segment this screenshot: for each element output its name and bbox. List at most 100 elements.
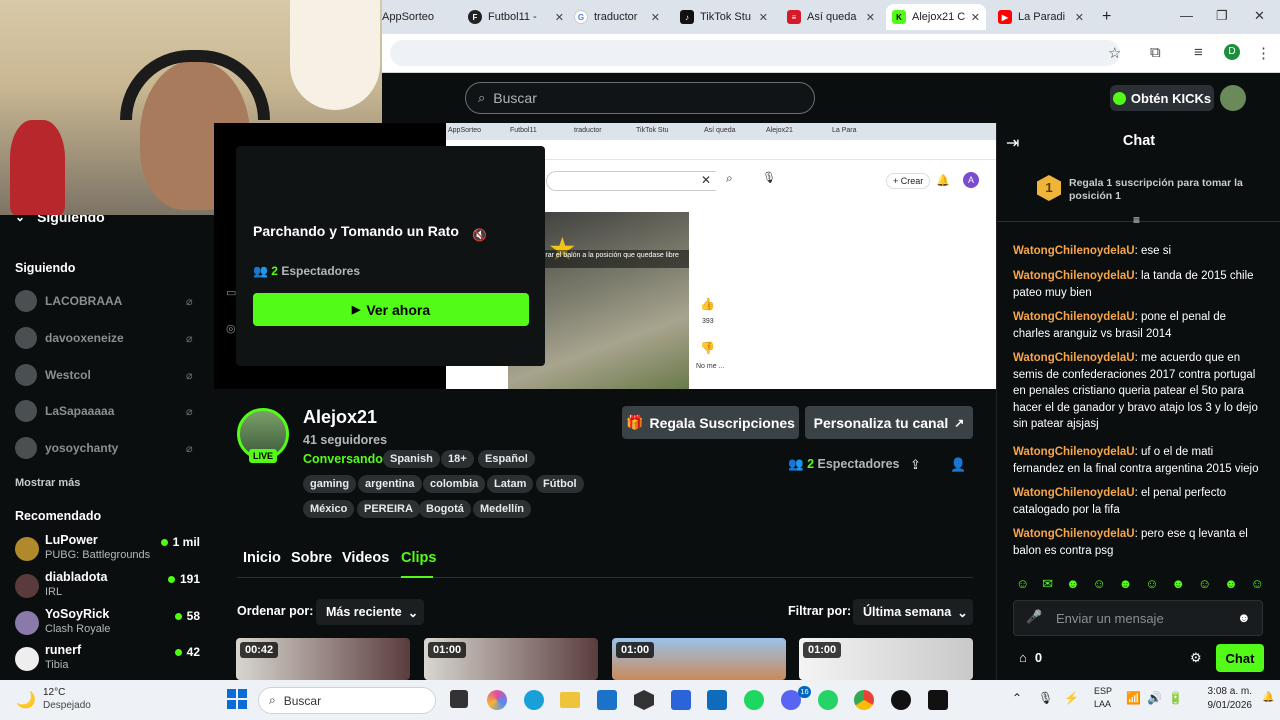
chat-username[interactable]: WatongChilenoydelaU <box>1013 446 1135 458</box>
weather-desc[interactable]: Despejado <box>43 700 91 711</box>
file-explorer-icon[interactable] <box>560 692 580 708</box>
user-menu-icon[interactable]: 👤 <box>950 457 966 473</box>
bookmark-star-icon[interactable]: ☆ <box>1108 44 1121 62</box>
chrome-icon[interactable] <box>854 690 874 710</box>
sort-select[interactable]: Más reciente ⌄ <box>316 599 424 625</box>
watch-now-button[interactable]: ▶ Ver ahora <box>253 293 529 326</box>
obs-icon[interactable] <box>634 690 654 710</box>
share-icon[interactable]: ⇪ <box>910 457 921 473</box>
emote-icon[interactable]: ☻ <box>1119 576 1133 594</box>
filter-select[interactable]: Última semana ⌄ <box>853 599 973 625</box>
profile-avatar[interactable]: D <box>1224 44 1240 60</box>
copilot-icon[interactable] <box>487 690 507 710</box>
sidebar-item-following[interactable]: LaSapaaaaa <box>15 400 114 422</box>
tag-chip[interactable]: Bogotá <box>419 500 471 518</box>
chat-username[interactable]: WatongChilenoydelaU <box>1013 528 1135 540</box>
emote-icon[interactable]: ☺ <box>1251 576 1264 594</box>
clip-thumbnail[interactable]: 01:00 <box>612 638 786 680</box>
mic-icon[interactable]: 🎤 <box>1026 609 1042 625</box>
chat-settings-gear-icon[interactable]: ⚙ <box>1190 650 1202 666</box>
volume-icon[interactable]: 🔊 <box>1147 691 1162 705</box>
sidebar-item-recommended[interactable]: diabladota IRL 191 <box>15 570 200 604</box>
chat-username[interactable]: WatongChilenoydelaU <box>1013 311 1135 323</box>
restore-icon[interactable]: ❐ <box>1216 8 1228 24</box>
tab-videos[interactable]: Videos <box>342 550 389 566</box>
emote-icon[interactable]: ☻ <box>1066 576 1080 594</box>
emote-icon[interactable]: ☺ <box>1093 576 1106 594</box>
browser-tab[interactable]: G traductor ✕ <box>574 4 660 30</box>
tag-chip[interactable]: Latam <box>487 475 534 493</box>
minimize-icon[interactable]: — <box>1180 8 1193 23</box>
close-tab-icon[interactable]: ✕ <box>651 11 660 24</box>
clock-time[interactable]: 3:08 a. m. <box>1196 686 1252 697</box>
sidebar-item-following[interactable]: davooxeneize <box>15 327 124 349</box>
close-tab-icon[interactable]: ✕ <box>1075 11 1084 24</box>
clock-date[interactable]: 9/01/2026 <box>1196 700 1253 711</box>
chat-username[interactable]: WatongChilenoydelaU <box>1013 487 1135 499</box>
language-indicator[interactable]: ESP <box>1094 686 1112 696</box>
capcut-icon[interactable] <box>928 690 948 710</box>
tag-chip[interactable]: colombia <box>423 475 486 493</box>
category-link[interactable]: Conversando <box>303 452 383 466</box>
whatsapp-icon[interactable] <box>818 690 838 710</box>
battery-icon[interactable]: 🔋 <box>1168 691 1183 705</box>
close-tab-icon[interactable]: ✕ <box>971 11 980 24</box>
browser-tab[interactable]: F Futbol11 - ✕ <box>468 4 564 30</box>
gift-leaderboard-banner[interactable]: Regala 1 suscripción para tomar la posic… <box>1069 177 1249 203</box>
sidebar-item-following[interactable]: Westcol <box>15 364 91 386</box>
tag-chip[interactable]: Medellín <box>473 500 532 518</box>
emote-icon[interactable]: ☺ <box>1198 576 1211 594</box>
browser-tab[interactable]: ▶ La Paradi ✕ <box>998 4 1084 30</box>
tag-chip[interactable]: PEREIRA <box>357 500 420 518</box>
browser-tab-active[interactable]: K Alejox21 C ✕ <box>886 4 986 30</box>
tab-clips[interactable]: Clips <box>401 550 436 566</box>
notifications-icon[interactable]: 🔔 <box>1262 692 1274 703</box>
tag-chip[interactable]: gaming <box>303 475 357 493</box>
taskbar-search[interactable]: ⌕ Buscar <box>258 687 436 714</box>
tray-mic-icon[interactable]: 🎙 <box>1038 691 1053 705</box>
clip-thumbnail[interactable]: 00:42 <box>236 638 410 680</box>
clip-thumbnail[interactable]: 01:00 <box>424 638 598 680</box>
kicks-balance[interactable]: ⌂ 0 <box>1019 650 1042 665</box>
pen-app-icon[interactable] <box>671 690 691 710</box>
chat-username[interactable]: WatongChilenoydelaU <box>1013 245 1135 257</box>
app-icon[interactable] <box>891 690 911 710</box>
tag-chip[interactable]: México <box>303 500 355 518</box>
emote-icon[interactable]: ✉ <box>1042 576 1053 594</box>
tag-chip[interactable]: argentina <box>358 475 422 493</box>
close-tab-icon[interactable]: ✕ <box>759 11 768 24</box>
menu-kebab-icon[interactable]: ⋮ <box>1256 44 1271 62</box>
muted-icon[interactable]: 🔇 <box>472 228 487 242</box>
chat-message-input[interactable]: Enviar un mensaje <box>1013 600 1263 636</box>
close-window-icon[interactable]: ✕ <box>1254 8 1265 24</box>
sidebar-item-recommended[interactable]: YoSoyRick Clash Royale 58 <box>15 607 200 641</box>
tray-chevron-icon[interactable]: ⌃ <box>1012 691 1022 705</box>
sidebar-item-following[interactable]: yosoychanty <box>15 437 118 459</box>
tab-sobre[interactable]: Sobre <box>291 550 332 566</box>
tag-chip[interactable]: Español <box>478 450 535 468</box>
windows-start-icon[interactable] <box>227 689 247 709</box>
emote-icon[interactable]: ☺ <box>1145 576 1158 594</box>
tag-chip[interactable]: 18+ <box>441 450 474 468</box>
pinned-toggle-icon[interactable]: ≡ <box>1133 213 1140 227</box>
spotify-icon[interactable] <box>744 690 764 710</box>
show-more-link[interactable]: Mostrar más <box>15 477 80 489</box>
tag-chip[interactable]: Fútbol <box>536 475 584 493</box>
browser-tab[interactable]: AppSorteo <box>382 4 458 30</box>
close-tab-icon[interactable]: ✕ <box>866 11 875 24</box>
sidebar-item-following[interactable]: LACOBRAAA <box>15 290 122 312</box>
wifi-icon[interactable]: 📶 <box>1126 691 1141 705</box>
emote-icon[interactable]: ☻ <box>1171 576 1185 594</box>
task-view-icon[interactable] <box>450 690 468 708</box>
get-kicks-button[interactable]: Obtén KICKs <box>1110 85 1214 111</box>
new-tab-icon[interactable]: + <box>1102 4 1118 30</box>
search-input[interactable]: ⌕ Buscar <box>465 82 815 114</box>
sidebar-item-recommended[interactable]: LuPower PUBG: Battlegrounds 1 mil <box>15 533 200 567</box>
emote-icon[interactable]: ☻ <box>1224 576 1238 594</box>
weather-temp[interactable]: 12°C <box>43 687 65 698</box>
browser-tab[interactable]: ≡ Así queda ✕ <box>787 4 875 30</box>
tab-inicio[interactable]: Inicio <box>243 550 281 566</box>
sidebar-item-recommended[interactable]: runerf Tibia 42 <box>15 643 200 677</box>
customize-channel-button[interactable]: Personaliza tu canal ↗ <box>805 406 973 439</box>
send-chat-button[interactable]: Chat <box>1216 644 1264 672</box>
